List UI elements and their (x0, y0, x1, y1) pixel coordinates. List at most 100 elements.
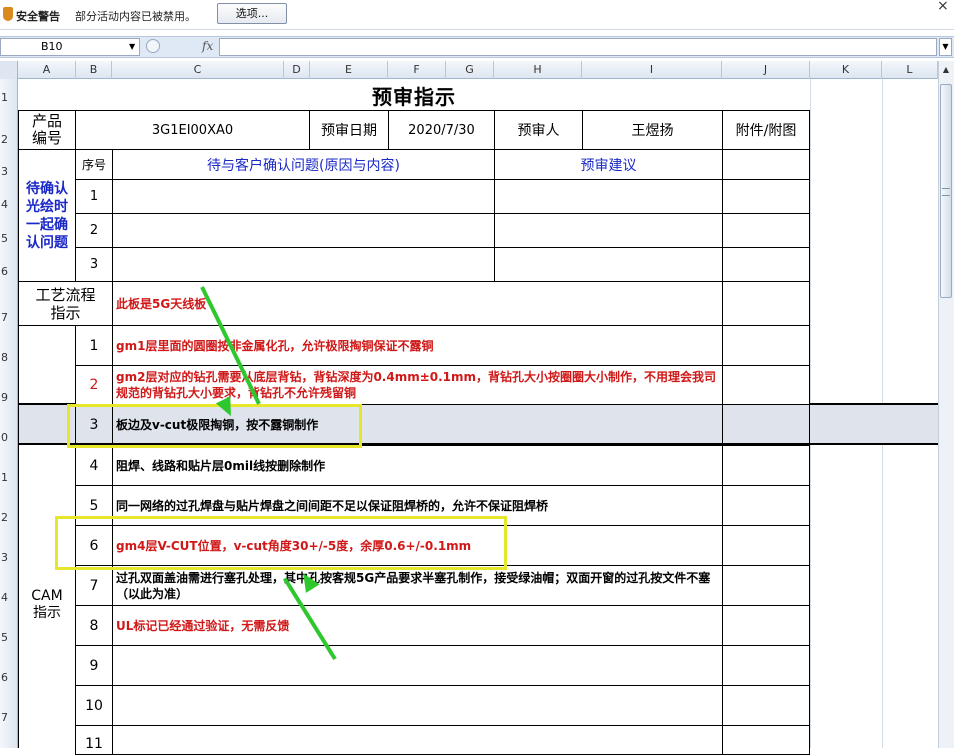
row-header[interactable]: 0 (0, 431, 18, 444)
attachment-cell[interactable] (722, 281, 810, 326)
confirm-suggestion-cell[interactable] (494, 247, 723, 282)
column-header-l[interactable]: L (882, 61, 938, 79)
suggestion-header: 预审建议 (494, 149, 723, 180)
process-label: 工艺流程 指示 (18, 281, 113, 326)
column-header-h[interactable]: H (494, 61, 582, 79)
cam-item-text[interactable] (112, 645, 723, 686)
confirm-suggestion-cell[interactable] (494, 213, 723, 248)
row-header[interactable]: 5 (0, 232, 18, 245)
scrollbar-grip-icon (942, 188, 950, 196)
cam-item-text[interactable]: gm2层对应的钻孔需要从底层背钻，背钻深度为0.4mm±0.1mm，背钻孔大小按… (112, 365, 723, 405)
attachment-cell[interactable] (722, 565, 810, 606)
cam-item-text[interactable] (112, 685, 723, 726)
row-header[interactable]: 2 (0, 133, 18, 146)
column-header-f[interactable]: F (388, 61, 446, 79)
attachment-cell[interactable] (722, 445, 810, 486)
confirm-issue-cell[interactable] (112, 247, 495, 282)
cam-item-no: 4 (75, 445, 113, 486)
cam-item-no: 2 (75, 365, 113, 405)
expand-formula-icon[interactable]: ▼ (939, 38, 952, 56)
row-header[interactable]: 4 (0, 198, 18, 211)
cam-label: CAM 指示 (31, 588, 63, 621)
column-header-j[interactable]: J (722, 61, 810, 79)
cam-item-text[interactable]: UL标记已经通过验证，无需反馈 (112, 605, 723, 646)
column-header-a[interactable]: A (18, 61, 76, 79)
product-code-label: 产品 编号 (18, 110, 76, 150)
column-header-e[interactable]: E (310, 61, 388, 79)
confirm-item-no: 1 (75, 179, 113, 214)
confirm-item-no: 2 (75, 213, 113, 248)
reviewer-value[interactable]: 王煜扬 (582, 110, 723, 150)
review-date-value[interactable]: 2020/7/30 (388, 110, 495, 150)
row-header[interactable]: 3 (0, 551, 18, 564)
column-header-g[interactable]: G (446, 61, 494, 79)
row-header[interactable]: 6 (0, 265, 18, 278)
cam-item-no: 7 (75, 565, 113, 606)
column-header-k[interactable]: K (810, 61, 882, 79)
scroll-up-arrow-icon[interactable]: ▲ (939, 63, 953, 77)
cam-item-text[interactable] (112, 725, 723, 755)
attachment-cell[interactable] (722, 325, 810, 366)
confirm-item-no: 3 (75, 247, 113, 282)
cam-item-text[interactable]: gm1层里面的圆圈按非金属化孔，允许极限掏铜保证不露铜 (112, 325, 723, 366)
confirm-suggestion-cell[interactable] (494, 179, 723, 214)
attachment-cell[interactable] (722, 685, 810, 726)
confirm-issue-cell[interactable] (112, 179, 495, 214)
row-header-bar (0, 79, 18, 748)
cam-item-no: 10 (75, 685, 113, 726)
row-header[interactable]: 1 (0, 471, 18, 484)
attachment-cell[interactable] (722, 525, 810, 566)
highlight-box (67, 404, 362, 448)
reviewer-label: 预审人 (494, 110, 583, 150)
cam-item-no: 9 (75, 645, 113, 686)
attachment-cell[interactable] (722, 213, 810, 248)
row-header[interactable]: 9 (0, 391, 18, 404)
formula-input[interactable] (219, 38, 937, 56)
confirm-issue-cell[interactable] (112, 213, 495, 248)
row-header[interactable]: 5 (0, 631, 18, 644)
shield-warning-icon (3, 7, 13, 21)
row-header[interactable]: 2 (0, 511, 18, 524)
cam-item-no: 11 (75, 725, 113, 755)
cancel-circle-icon[interactable] (146, 39, 160, 53)
chevron-down-icon[interactable]: ▼ (129, 42, 135, 51)
insert-function-button[interactable]: fx (202, 39, 213, 53)
security-warning-title: 安全警告 (16, 10, 60, 23)
attachment-cell[interactable] (722, 247, 810, 282)
cam-item-no: 1 (75, 325, 113, 366)
highlight-box (55, 516, 507, 570)
attachment-cell[interactable] (722, 405, 810, 445)
row-header[interactable]: 7 (0, 311, 18, 324)
column-header-b[interactable]: B (76, 61, 112, 79)
row-header[interactable]: 3 (0, 165, 18, 178)
cam-item-text[interactable]: 阻焊、线路和贴片层0mil线按删除制作 (112, 445, 723, 486)
row-header[interactable]: 1 (0, 91, 18, 104)
row-header[interactable]: 7 (0, 711, 18, 724)
options-button[interactable]: 选项... (217, 3, 287, 24)
attachment-cell[interactable] (722, 365, 810, 405)
attachment-cell[interactable] (722, 149, 810, 180)
attachment-label: 附件/附图 (722, 110, 810, 150)
row-header[interactable]: 8 (0, 351, 18, 364)
name-box[interactable]: B10 (0, 38, 140, 56)
close-icon[interactable]: × (937, 0, 949, 14)
row-header[interactable]: 6 (0, 671, 18, 684)
attachment-cell[interactable] (722, 645, 810, 686)
confirm-section-label: 待确认 光绘时 一起确 认问题 (18, 149, 76, 282)
attachment-cell[interactable] (722, 725, 810, 755)
sheet-title: 预审指示 (372, 85, 456, 109)
select-all-corner[interactable] (0, 61, 18, 79)
cam-item-text[interactable]: 过孔双面盖油需进行塞孔处理，其中孔按客规5G产品要求半塞孔制作，接受绿油帽；双面… (112, 565, 723, 606)
column-header-d[interactable]: D (284, 61, 310, 79)
attachment-cell[interactable] (722, 485, 810, 526)
row-header[interactable]: 4 (0, 591, 18, 604)
product-code-value[interactable]: 3G1EI00XA0 (75, 110, 310, 150)
column-header-i[interactable]: I (582, 61, 722, 79)
attachment-cell[interactable] (722, 179, 810, 214)
review-date-label: 预审日期 (309, 110, 389, 150)
attachment-cell[interactable] (722, 605, 810, 646)
column-header-c[interactable]: C (112, 61, 284, 79)
cam-item-no: 8 (75, 605, 113, 646)
security-warning-message: 部分活动内容已被禁用。 (75, 10, 196, 23)
issues-header: 待与客户确认问题(原因与内容) (112, 149, 495, 180)
